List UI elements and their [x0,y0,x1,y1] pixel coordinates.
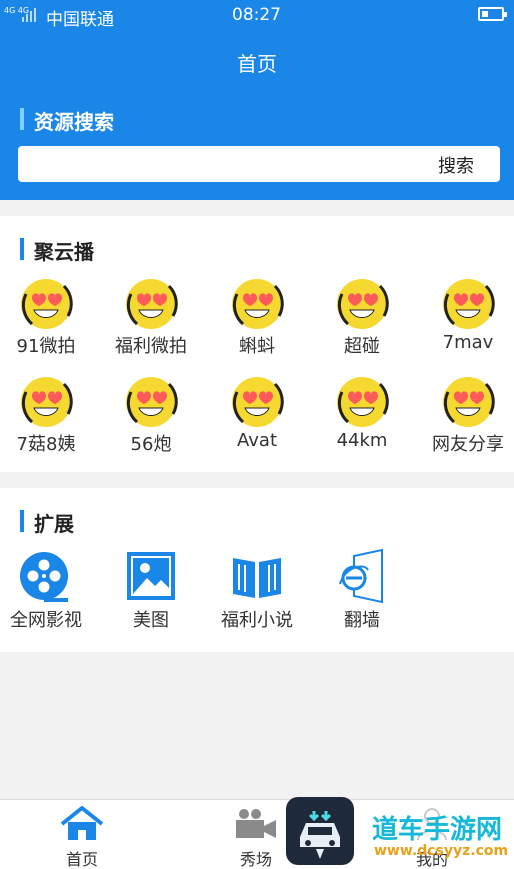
carrier-name: 中国联通 [46,10,114,30]
juyunbo-item-label: 网友分享 [432,434,504,455]
clock: 08:27 [232,5,281,25]
search-box: 搜索 [18,146,500,182]
signal-bars-icon [22,6,36,22]
heart-eyes-emoji-icon [443,377,495,427]
juyunbo-section: 聚云播 91微拍 福利微拍 蝌蚪 超碰 7mav 7菇8姨 56炮 Avat 44km 网友分享 [0,216,514,472]
heart-eyes-emoji-icon [21,279,73,329]
heart-eyes-emoji-icon [21,377,73,427]
home-icon [60,806,104,840]
extension-title: 扩展 [20,508,74,537]
tab-home[interactable]: 首页 [32,800,132,869]
juyunbo-item-label: 91微拍 [16,336,76,357]
heart-eyes-emoji-icon [337,279,389,329]
heart-eyes-emoji-icon [232,377,284,427]
heart-eyes-emoji-icon [337,377,389,427]
heart-eyes-emoji-icon [232,279,284,329]
internet-explorer-icon [339,548,383,604]
search-button[interactable]: 搜索 [438,152,474,178]
extension-item-label: 翻墙 [344,610,380,631]
juyunbo-item-label: 7菇8姨 [16,434,76,455]
juyunbo-item-label: 7mav [442,332,494,353]
video-camera-icon [236,809,276,838]
extension-section: 扩展 全网影视 美图 福利小说 翻墙 [0,488,514,652]
site-watermark: 道车手游网 www.dcsyyz.com [286,797,514,869]
juyunbo-item-label: 福利微拍 [115,336,187,357]
open-book-icon [233,558,281,598]
heart-eyes-emoji-icon [443,279,495,329]
picture-icon [127,552,175,600]
tab-label: 首页 [65,850,98,869]
film-reel-icon [20,552,68,602]
watermark-text: 道车手游网 [372,815,503,845]
watermark-url: www.dcsyyz.com [374,843,509,859]
search-input[interactable] [26,150,416,178]
juyunbo-item-label: Avat [237,430,277,451]
juyunbo-item-label: 56炮 [130,434,172,455]
juyunbo-item-label: 超碰 [344,336,380,357]
extension-item-label: 全网影视 [10,610,82,631]
extension-item-label: 福利小说 [221,610,293,631]
resource-search-title: 资源搜索 [20,106,114,135]
extension-item-label: 美图 [133,610,169,631]
status-bar: 4G 4G 中国联通 08:27 [0,0,514,30]
heart-eyes-emoji-icon [126,377,178,427]
battery-icon [478,7,507,21]
juyunbo-item-label: 蝌蚪 [239,336,275,357]
car-logo-icon [286,797,354,865]
juyunbo-title: 聚云播 [20,236,94,265]
page-title: 首页 [237,52,277,76]
heart-eyes-emoji-icon [126,279,178,329]
header: 首页 资源搜索 搜索 [0,30,514,200]
juyunbo-item-label: 44km [336,430,388,451]
